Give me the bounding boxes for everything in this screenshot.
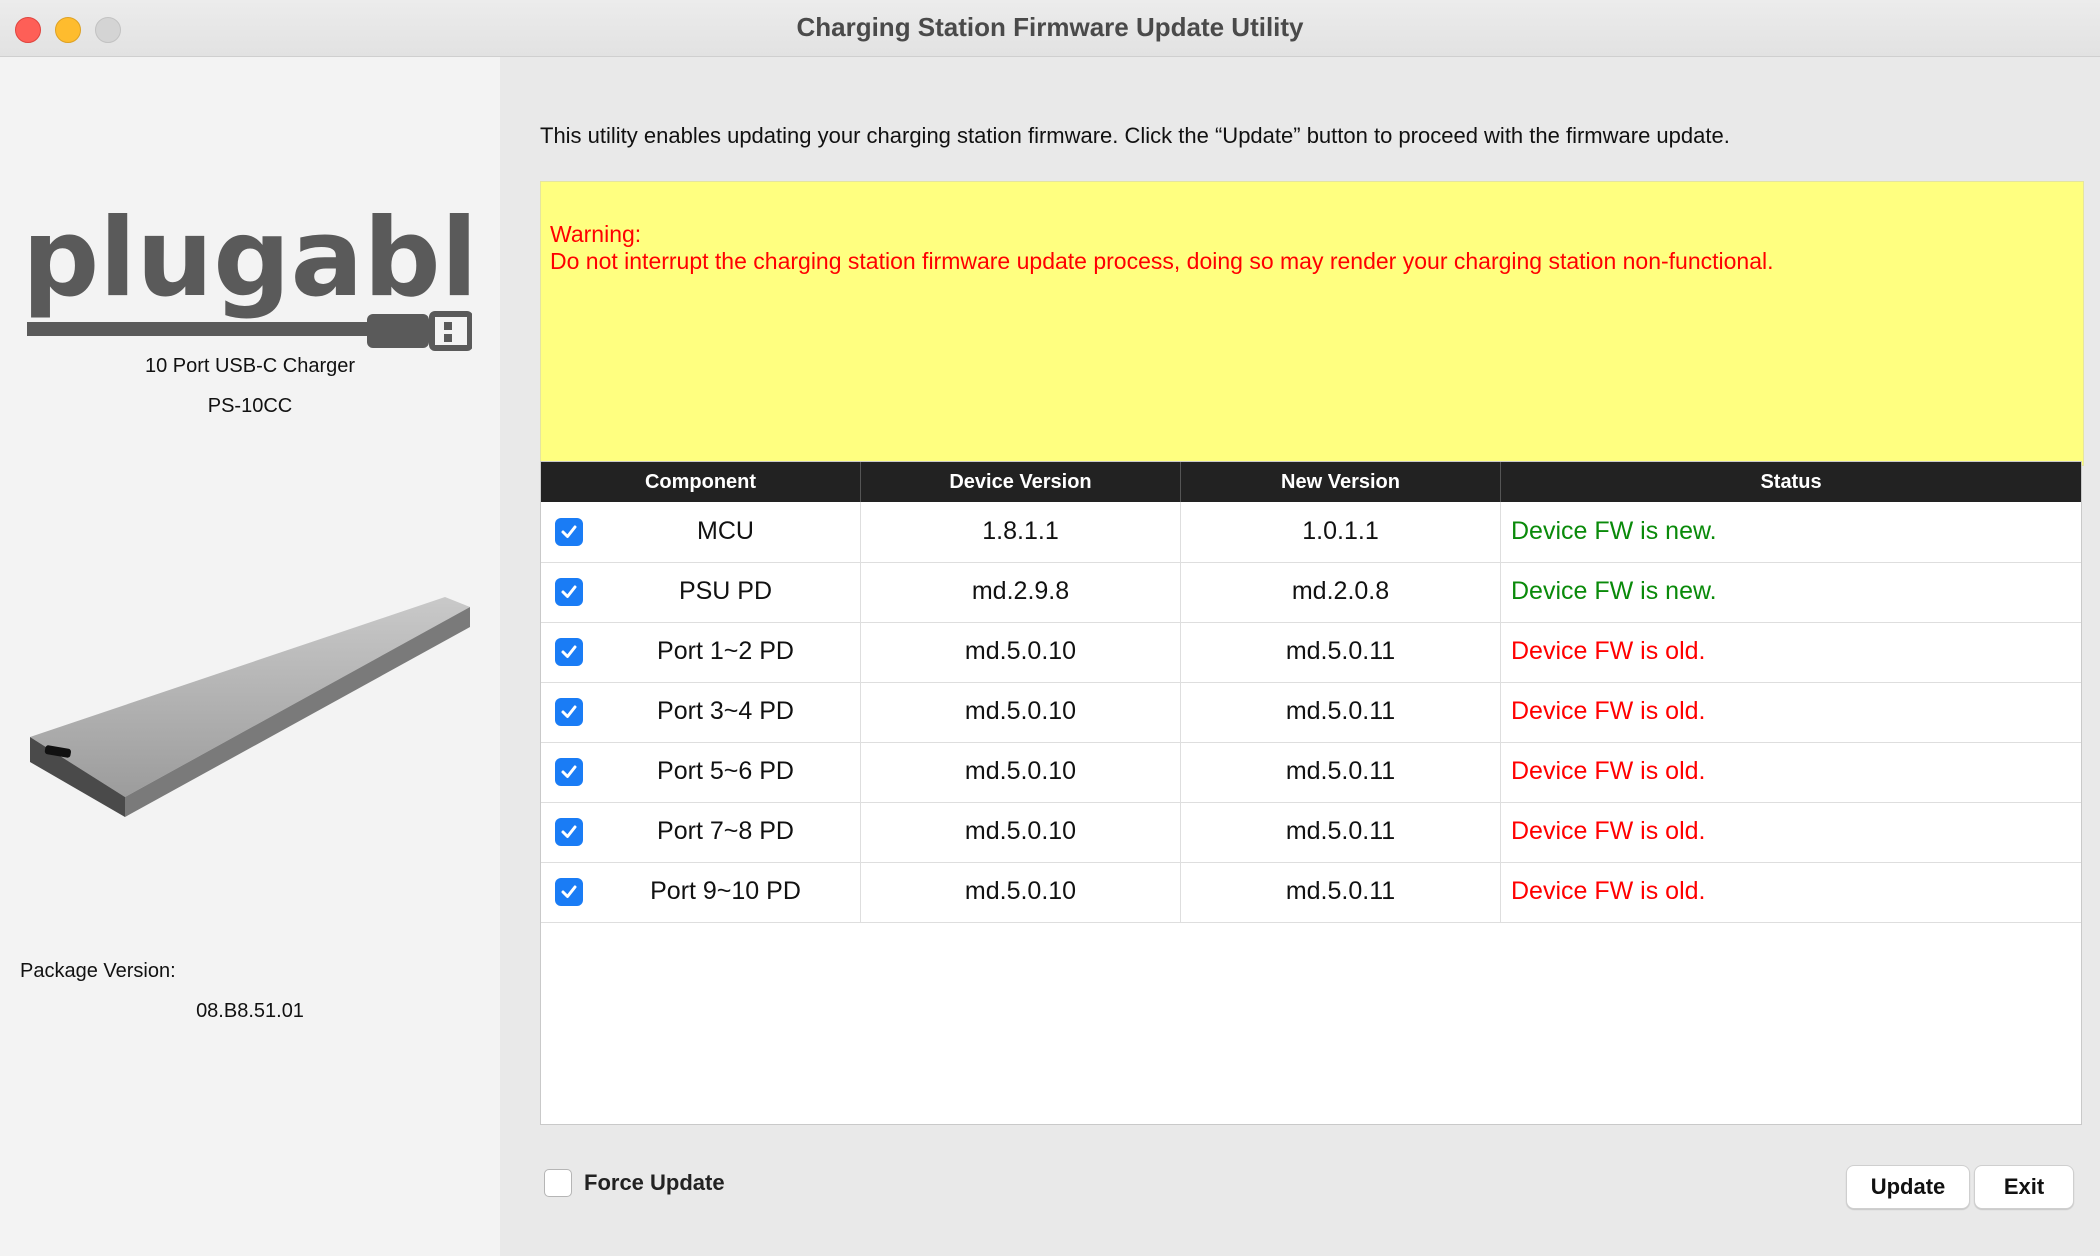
table-row[interactable]: Port 5~6 PD md.5.0.10 md.5.0.11 Device F… (541, 742, 2081, 803)
table-row[interactable]: Port 3~4 PD md.5.0.10 md.5.0.11 Device F… (541, 682, 2081, 743)
force-update-checkbox[interactable] (544, 1169, 572, 1197)
checkmark-icon (561, 885, 577, 898)
device-version-cell: md.5.0.10 (861, 802, 1181, 862)
sidebar: plugable 10 Port USB-C Charger PS-10CC P… (0, 57, 500, 1256)
header-component[interactable]: Component (541, 462, 861, 502)
product-model: PS-10CC (207, 395, 293, 417)
logo-cable (27, 322, 367, 336)
checkmark-icon (561, 645, 577, 658)
device-version-cell: md.5.0.10 (861, 742, 1181, 802)
warning-title: Warning: (550, 221, 642, 247)
device-version-cell: md.5.0.10 (861, 682, 1181, 742)
checkmark-icon (561, 525, 577, 538)
status-cell: Device FW is new. (1511, 577, 1717, 605)
product-name: 10 Port USB-C Charger (144, 355, 356, 377)
new-version-cell: md.5.0.11 (1181, 682, 1501, 742)
new-version-cell: md.5.0.11 (1181, 862, 1501, 922)
app-window: Charging Station Firmware Update Utility… (0, 0, 2100, 1256)
warning-box: Warning: Do not interrupt the charging s… (540, 181, 2084, 466)
status-cell: Device FW is old. (1511, 757, 1706, 785)
plugable-logo: plugable (22, 196, 472, 351)
new-version-cell: md.5.0.11 (1181, 802, 1501, 862)
new-version-cell: md.2.0.8 (1181, 562, 1501, 622)
component-name: Port 7~8 PD (657, 817, 794, 845)
status-cell: Device FW is new. (1511, 517, 1717, 545)
new-version-cell: 1.0.1.1 (1181, 502, 1501, 562)
exit-button[interactable]: Exit (1974, 1165, 2074, 1209)
warning-text: Do not interrupt the charging station fi… (550, 248, 1774, 274)
status-cell: Device FW is old. (1511, 697, 1706, 725)
component-checkbox[interactable] (555, 638, 583, 666)
component-name: MCU (697, 517, 754, 545)
component-checkbox[interactable] (555, 578, 583, 606)
window-title: Charging Station Firmware Update Utility (796, 12, 1304, 42)
device-version-cell: 1.8.1.1 (861, 502, 1181, 562)
component-name: PSU PD (678, 577, 773, 605)
title-bar[interactable]: Charging Station Firmware Update Utility (0, 0, 2100, 57)
device-top-surface (30, 597, 470, 797)
device-version-cell: md.5.0.10 (861, 622, 1181, 682)
component-checkbox[interactable] (555, 818, 583, 846)
logo-text: plugable (22, 196, 472, 321)
table-row[interactable]: Port 1~2 PD md.5.0.10 md.5.0.11 Device F… (541, 622, 2081, 683)
logo-plug-pin (444, 334, 452, 342)
component-cell: PSU PD (541, 562, 861, 622)
update-button[interactable]: Update (1846, 1165, 1970, 1209)
checkmark-icon (561, 585, 577, 598)
table-row[interactable]: MCU 1.8.1.1 1.0.1.1 Device FW is new. (541, 502, 2081, 563)
device-version-cell: md.2.9.8 (861, 562, 1181, 622)
component-name: Port 9~10 PD (650, 877, 801, 905)
component-cell: Port 1~2 PD (541, 622, 861, 682)
new-version-cell: md.5.0.11 (1181, 622, 1501, 682)
component-name: Port 1~2 PD (657, 637, 794, 665)
component-checkbox[interactable] (555, 878, 583, 906)
component-checkbox[interactable] (555, 758, 583, 786)
component-cell: Port 5~6 PD (541, 742, 861, 802)
component-name: Port 5~6 PD (657, 757, 794, 785)
charger-device-image (30, 597, 470, 817)
component-checkbox[interactable] (555, 518, 583, 546)
header-new-version[interactable]: New Version (1181, 462, 1501, 502)
logo-plug (367, 314, 429, 348)
main-panel: This utility enables updating your charg… (500, 57, 2100, 1256)
table-row[interactable]: PSU PD md.2.9.8 md.2.0.8 Device FW is ne… (541, 562, 2081, 623)
status-cell: Device FW is old. (1511, 817, 1706, 845)
device-version-cell: md.5.0.10 (861, 862, 1181, 922)
package-version-value: 08.B8.51.01 (196, 1000, 304, 1022)
component-cell: MCU (541, 502, 861, 562)
logo-plug-pin (444, 322, 452, 330)
checkmark-icon (561, 765, 577, 778)
header-device-version[interactable]: Device Version (861, 462, 1181, 502)
table-row[interactable]: Port 7~8 PD md.5.0.10 md.5.0.11 Device F… (541, 802, 2081, 863)
component-cell: Port 7~8 PD (541, 802, 861, 862)
checkmark-icon (561, 825, 577, 838)
header-status[interactable]: Status (1501, 462, 2081, 502)
force-update-label[interactable]: Force Update (584, 1170, 725, 1196)
table-header: Component Device Version New Version Sta… (541, 462, 2081, 502)
firmware-table: Component Device Version New Version Sta… (540, 461, 2082, 1125)
component-cell: Port 3~4 PD (541, 682, 861, 742)
component-name: Port 3~4 PD (657, 697, 794, 725)
component-cell: Port 9~10 PD (541, 862, 861, 922)
new-version-cell: md.5.0.11 (1181, 742, 1501, 802)
status-cell: Device FW is old. (1511, 637, 1706, 665)
status-cell: Device FW is old. (1511, 877, 1706, 905)
force-update-control[interactable]: Force Update (544, 1169, 725, 1197)
package-version-label: Package Version: (20, 960, 176, 982)
intro-text: This utility enables updating your charg… (540, 123, 1730, 148)
component-checkbox[interactable] (555, 698, 583, 726)
table-row[interactable]: Port 9~10 PD md.5.0.10 md.5.0.11 Device … (541, 862, 2081, 923)
checkmark-icon (561, 705, 577, 718)
